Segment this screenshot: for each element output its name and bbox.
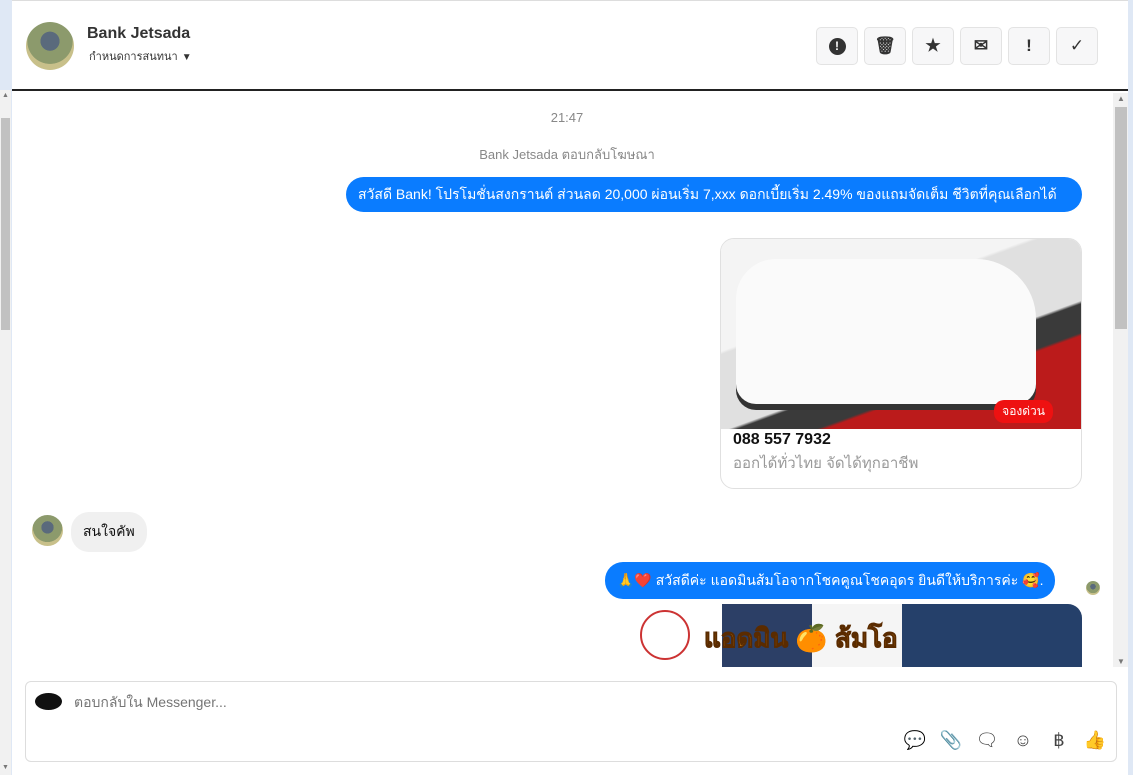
- page-avatar: [35, 693, 62, 710]
- done-button[interactable]: ✓: [1056, 27, 1098, 65]
- report-button[interactable]: !: [816, 27, 858, 65]
- ad-reply-note: Bank Jetsada ตอบกลับโฆษณา: [479, 147, 655, 162]
- promo-image[interactable]: แอดมิน 🍊 ส้มโอ: [632, 604, 1082, 667]
- contact-name[interactable]: Bank Jetsada: [87, 25, 190, 43]
- ad-card[interactable]: จองด่วน 088 557 7932 ออกได้ทั่วไทย จัดได…: [720, 238, 1082, 489]
- saved-reply-icon[interactable]: 💬: [903, 728, 927, 752]
- check-icon: ✓: [1069, 36, 1085, 55]
- trash-icon: 🗑: [874, 36, 896, 55]
- ad-card-title: 088 557 7932: [733, 431, 831, 448]
- message-list: 21:47 Bank Jetsada ตอบกลับโฆษณา สวัสดี B…: [12, 93, 1112, 667]
- outgoing-message: 🙏❤️ สวัสดีค่ะ แอดมินส้มโอจากโชคคูณโชคอุด…: [605, 562, 1056, 599]
- exclamation-icon: !: [1026, 36, 1032, 55]
- emoji-icon[interactable]: ☺: [1011, 728, 1035, 752]
- envelope-icon: ✉: [973, 36, 989, 55]
- seen-avatar: [1086, 581, 1100, 595]
- conversation-panel: Bank Jetsada กำหนดการสนทนา ▼ ! 🗑 ★ ✉ ! ✓ …: [12, 0, 1128, 775]
- chat-bubble-icon[interactable]: 🗨: [975, 728, 999, 752]
- company-logo: [640, 610, 690, 660]
- conversation-header: Bank Jetsada กำหนดการสนทนา ▼ ! 🗑 ★ ✉ ! ✓: [12, 1, 1128, 91]
- star-button[interactable]: ★: [912, 27, 954, 65]
- thumbs-up-icon[interactable]: 👍: [1083, 728, 1107, 752]
- promo-image-text: แอดมิน 🍊 ส้มโอ: [704, 623, 899, 654]
- reply-input[interactable]: [74, 694, 974, 710]
- car-image: [736, 259, 1036, 404]
- page-scrollbar[interactable]: ▲ ▼: [0, 90, 11, 775]
- conversation-schedule-dropdown[interactable]: กำหนดการสนทนา ▼: [89, 47, 192, 65]
- alert-circle-icon: !: [828, 37, 846, 55]
- ad-badge: จองด่วน: [994, 400, 1053, 423]
- reply-composer: 💬 📎 🗨 ☺ ฿ 👍: [25, 681, 1117, 762]
- ad-card-image: จองด่วน: [721, 239, 1081, 429]
- message-scrollbar[interactable]: ▲ ▼: [1113, 93, 1128, 667]
- paperclip-icon[interactable]: 📎: [939, 728, 963, 752]
- delete-button[interactable]: 🗑: [864, 27, 906, 65]
- outgoing-message: สวัสดี Bank! โปรโมชั่นสงกรานต์ ส่วนลด 20…: [346, 177, 1082, 212]
- incoming-message: สนใจคัพ: [71, 512, 147, 552]
- star-icon: ★: [925, 36, 941, 55]
- important-button[interactable]: !: [1008, 27, 1050, 65]
- schedule-label: กำหนดการสนทนา: [89, 51, 178, 63]
- timestamp: 21:47: [550, 110, 584, 125]
- caret-down-icon: ▼: [181, 52, 192, 63]
- contact-avatar-small: [32, 515, 63, 546]
- baht-icon[interactable]: ฿: [1047, 728, 1071, 752]
- contact-avatar[interactable]: [26, 22, 74, 70]
- ad-card-subtitle: ออกได้ทั่วไทย จัดได้ทุกอาชีพ: [733, 455, 919, 472]
- mark-unread-button[interactable]: ✉: [960, 27, 1002, 65]
